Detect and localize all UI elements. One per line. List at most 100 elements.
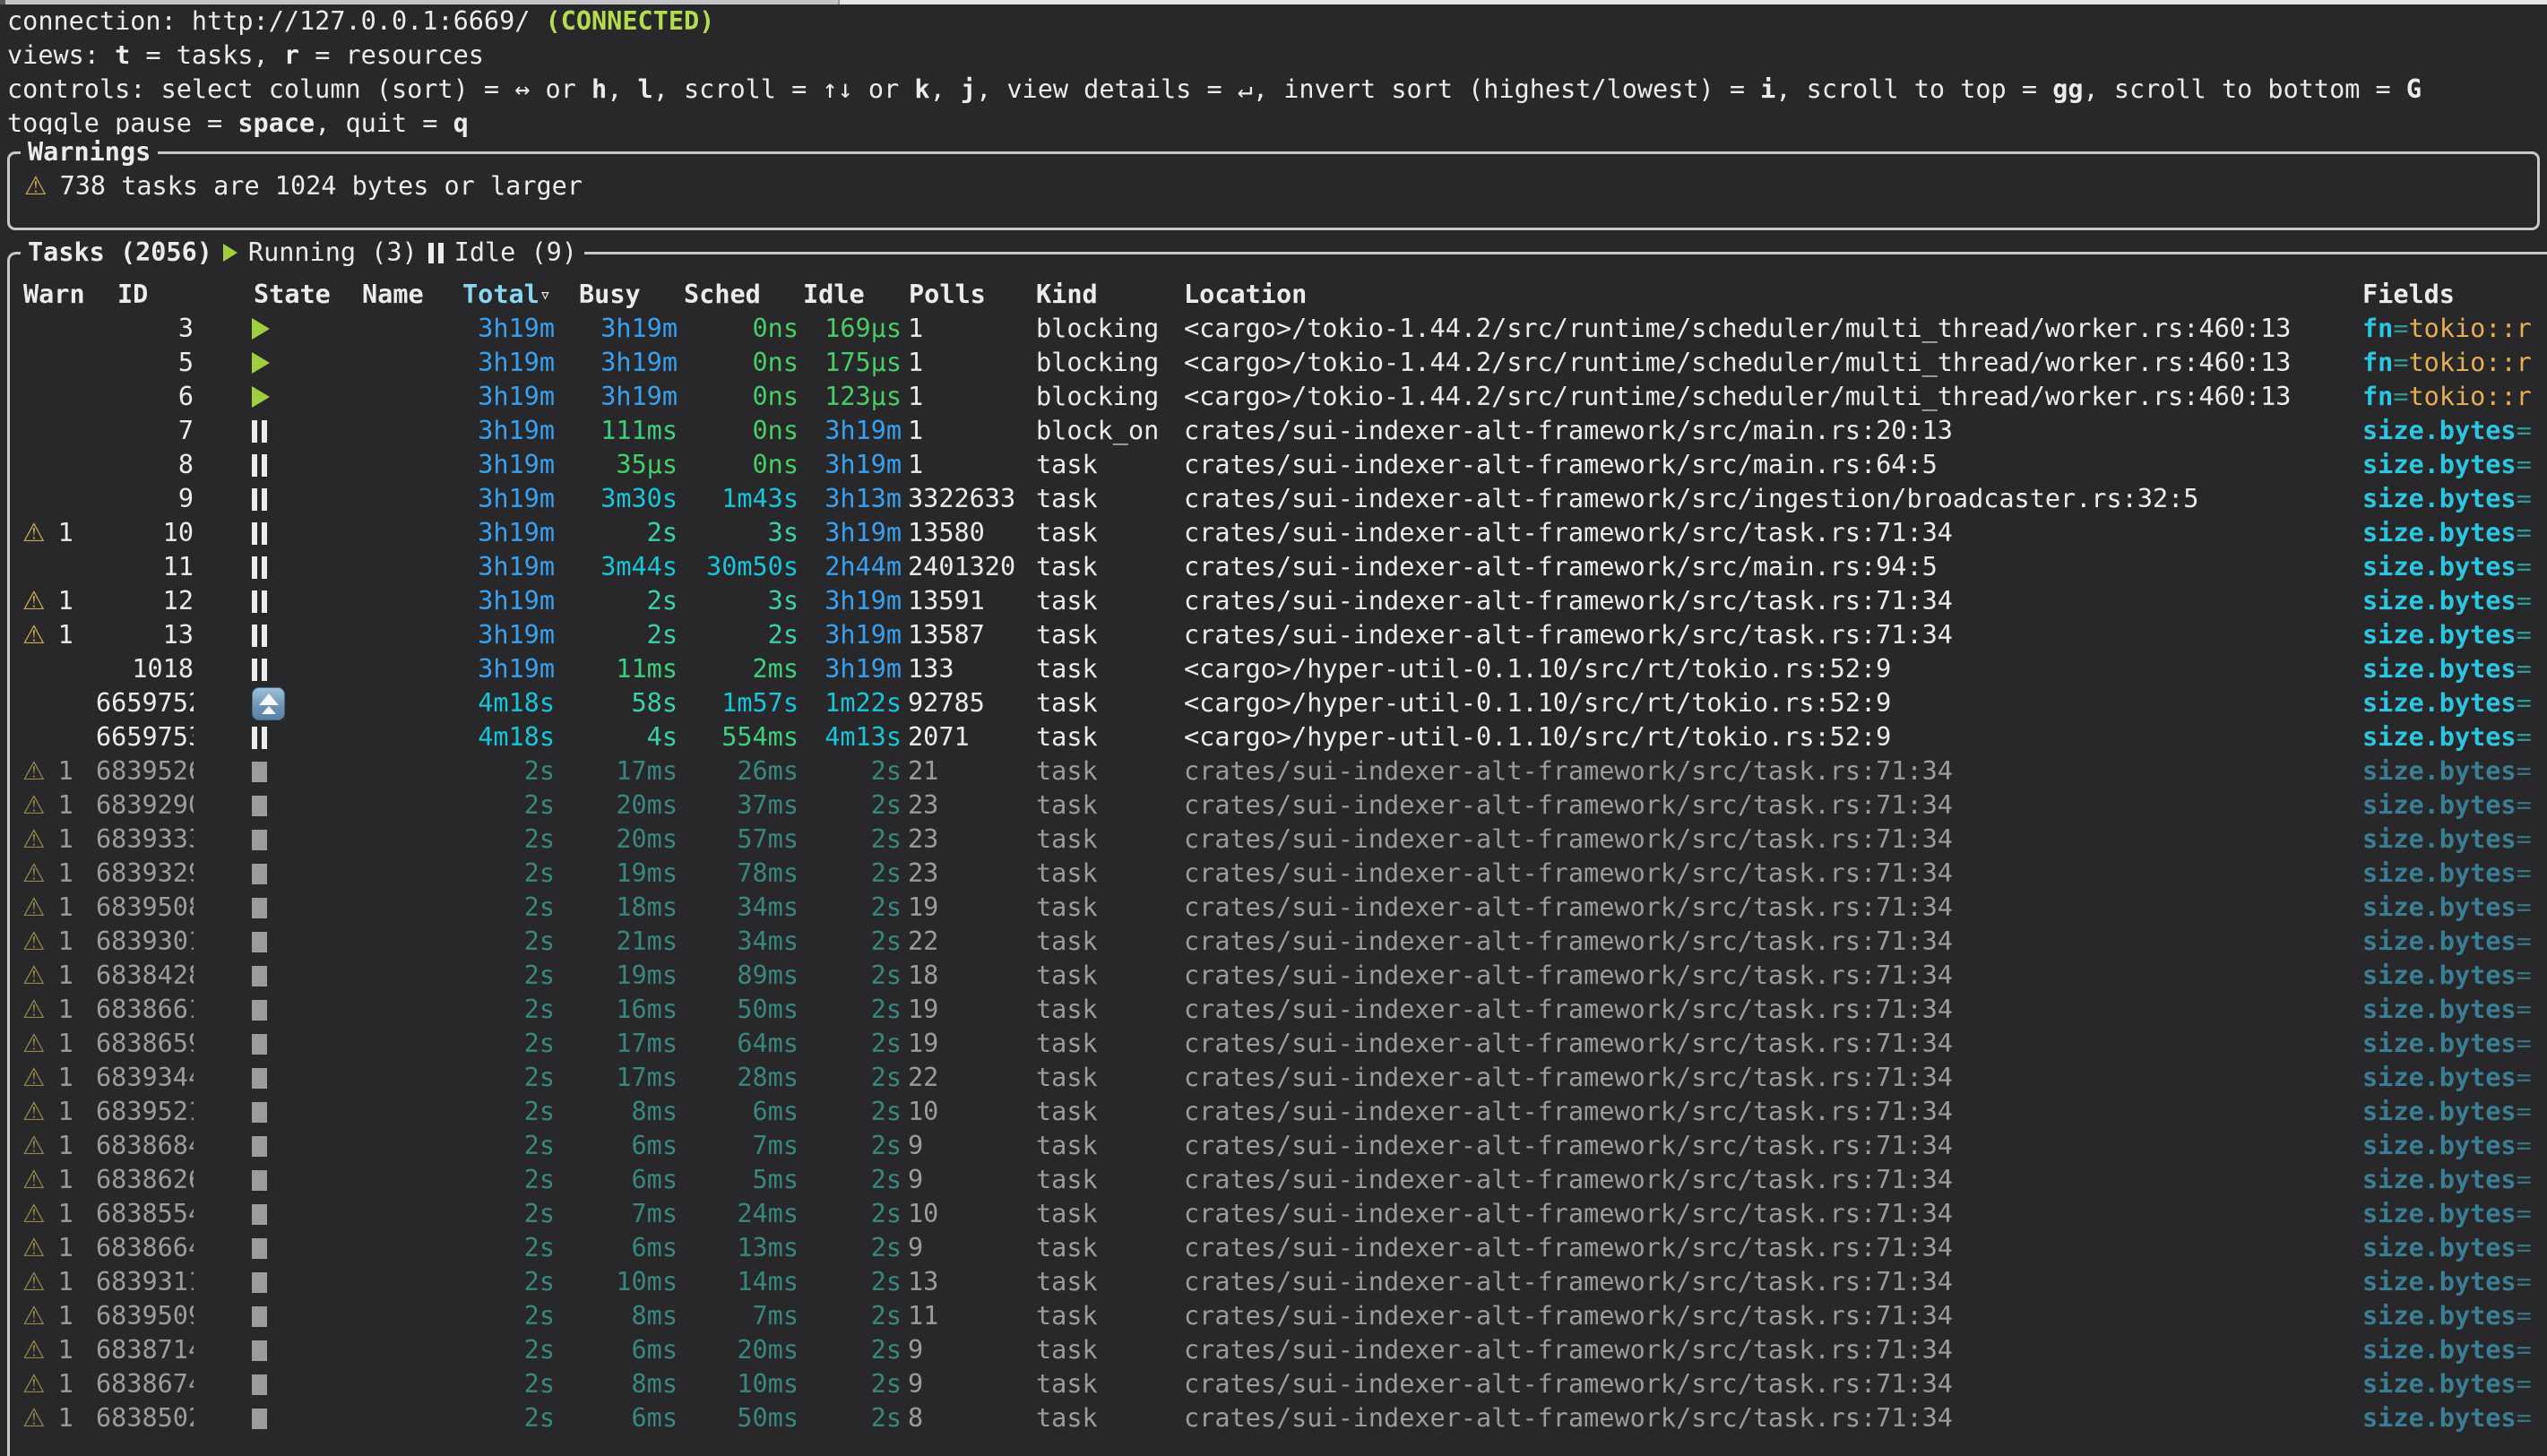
- duration-sched: 34ms: [737, 926, 799, 956]
- task-row[interactable]: ⚠︎168395212s8ms6ms2s10taskcrates/sui-ind…: [10, 1095, 2547, 1129]
- column-header-state[interactable]: State: [254, 278, 331, 312]
- views-line: views: t = tasks, r = resources: [7, 39, 2422, 73]
- field-equals: =: [2517, 484, 2532, 513]
- task-row[interactable]: 33h19m3h19m0ns169µs1blocking<cargo>/toki…: [10, 312, 2547, 346]
- cell-idle: 2s: [799, 1265, 902, 1299]
- task-row[interactable]: ⚠︎168386842s6ms7ms2s9taskcrates/sui-inde…: [10, 1129, 2547, 1163]
- task-row[interactable]: ⚠︎168395262s17ms26ms2s21taskcrates/sui-i…: [10, 754, 2547, 788]
- task-row[interactable]: ⚠︎168393112s10ms14ms2s13taskcrates/sui-i…: [10, 1265, 2547, 1299]
- duration-busy: 2s: [647, 586, 678, 616]
- column-header-total[interactable]: Total▿: [462, 278, 551, 313]
- cell-state: [194, 584, 306, 618]
- task-row[interactable]: ⚠︎168392902s20ms37ms2s23taskcrates/sui-i…: [10, 788, 2547, 823]
- task-row[interactable]: ⚠︎168384282s19ms89ms2s18taskcrates/sui-i…: [10, 959, 2547, 993]
- task-row[interactable]: ⚠︎168386612s16ms50ms2s19taskcrates/sui-i…: [10, 993, 2547, 1027]
- cell-idle: 175µs: [799, 346, 902, 380]
- warning-icon: ⚠︎: [22, 823, 46, 857]
- column-header-busy[interactable]: Busy: [579, 278, 641, 312]
- task-row[interactable]: 66597534m18s4s554ms4m13s2071task<cargo>/…: [10, 720, 2547, 754]
- cell-location: crates/sui-indexer-alt-framework/src/tas…: [1184, 1299, 2362, 1333]
- column-header-id[interactable]: ID: [117, 278, 148, 312]
- stopped-icon: [252, 1170, 267, 1191]
- running-icon: [223, 244, 237, 262]
- cell-warn: ⚠︎1: [10, 857, 96, 891]
- cell-busy: 6ms: [555, 1163, 678, 1197]
- task-row[interactable]: 10183h19m11ms2ms3h19m133task<cargo>/hype…: [10, 652, 2547, 686]
- task-row[interactable]: ⚠︎168393442s17ms28ms2s22taskcrates/sui-i…: [10, 1061, 2547, 1095]
- warnings-panel-title: Warnings: [21, 134, 158, 170]
- task-row[interactable]: ⚠︎168387142s6ms20ms2s9taskcrates/sui-ind…: [10, 1333, 2547, 1367]
- column-header-kind[interactable]: Kind: [1036, 278, 1098, 312]
- cell-kind: task: [1036, 1027, 1184, 1061]
- warn-count: 1: [58, 959, 73, 993]
- idle-icon: [252, 590, 267, 613]
- cell-id: 6838674: [96, 1367, 194, 1401]
- cell-id: 6838626: [96, 1163, 194, 1197]
- duration-idle: 175µs: [825, 348, 902, 377]
- cell-polls: 23: [902, 823, 1036, 857]
- cell-fields: size.bytes=: [2362, 788, 2547, 823]
- cell-name: [306, 482, 386, 516]
- task-row[interactable]: ⚠︎168386262s6ms5ms2s9taskcrates/sui-inde…: [10, 1163, 2547, 1197]
- task-row[interactable]: 83h19m35µs0ns3h19m1taskcrates/sui-indexe…: [10, 448, 2547, 482]
- tasks-panel-title: Tasks (2056) Running (3) Idle (9): [21, 235, 584, 271]
- field-equals: =: [2517, 1063, 2532, 1092]
- task-row[interactable]: ⚠︎168385542s7ms24ms2s10taskcrates/sui-in…: [10, 1197, 2547, 1231]
- task-row[interactable]: ⚠︎168393012s21ms34ms2s22taskcrates/sui-i…: [10, 925, 2547, 959]
- cell-state: [194, 652, 306, 686]
- text-segment: , scroll to top =: [1775, 74, 2052, 104]
- column-header-location[interactable]: Location: [1184, 278, 1307, 312]
- cell-idle: 2s: [799, 1129, 902, 1163]
- task-row[interactable]: ⚠︎168386642s6ms13ms2s9taskcrates/sui-ind…: [10, 1231, 2547, 1265]
- field-equals: =: [2517, 756, 2532, 786]
- cell-idle: 2s: [799, 823, 902, 857]
- cell-warn: ⚠︎1: [10, 584, 96, 618]
- task-row[interactable]: ⚠︎168386742s8ms10ms2s9taskcrates/sui-ind…: [10, 1367, 2547, 1401]
- cell-id: 7: [96, 414, 194, 448]
- cell-busy: 6ms: [555, 1129, 678, 1163]
- field-key: size.bytes: [2362, 790, 2517, 820]
- column-header-fields[interactable]: Fields: [2362, 278, 2455, 312]
- field-equals: =: [2393, 382, 2408, 411]
- field-key: size.bytes: [2362, 1029, 2517, 1058]
- task-row[interactable]: ⚠︎168393332s20ms57ms2s23taskcrates/sui-i…: [10, 823, 2547, 857]
- column-header-polls[interactable]: Polls: [909, 278, 986, 312]
- task-row[interactable]: ⚠︎168395092s8ms7ms2s11taskcrates/sui-ind…: [10, 1299, 2547, 1333]
- task-row[interactable]: 66597524m18s58s1m57s1m22s92785task<cargo…: [10, 686, 2547, 720]
- task-row[interactable]: 53h19m3h19m0ns175µs1blocking<cargo>/toki…: [10, 346, 2547, 380]
- task-row[interactable]: ⚠︎1103h19m2s3s3h19m13580taskcrates/sui-i…: [10, 516, 2547, 550]
- column-header-warn[interactable]: Warn: [23, 278, 85, 312]
- cell-polls: 19: [902, 891, 1036, 925]
- task-row[interactable]: 93h19m3m30s1m43s3h13m3322633taskcrates/s…: [10, 482, 2547, 516]
- task-row[interactable]: ⚠︎1133h19m2s2s3h19m13587taskcrates/sui-i…: [10, 618, 2547, 652]
- task-row[interactable]: 113h19m3m44s30m50s2h44m2401320taskcrates…: [10, 550, 2547, 584]
- cell-kind: task: [1036, 720, 1184, 754]
- task-row[interactable]: ⚠︎1123h19m2s3s3h19m13591taskcrates/sui-i…: [10, 584, 2547, 618]
- cell-kind: blocking: [1036, 346, 1184, 380]
- duration-sched: 7ms: [753, 1301, 799, 1331]
- duration-busy: 7ms: [632, 1199, 678, 1228]
- cell-idle: 2s: [799, 1367, 902, 1401]
- task-row[interactable]: ⚠︎168395082s18ms34ms2s19taskcrates/sui-i…: [10, 891, 2547, 925]
- task-row[interactable]: 63h19m3h19m0ns123µs1blocking<cargo>/toki…: [10, 380, 2547, 414]
- column-header-name[interactable]: Name: [362, 278, 424, 312]
- task-row[interactable]: 73h19m111ms0ns3h19m1block_oncrates/sui-i…: [10, 414, 2547, 448]
- duration-idle: 169µs: [825, 314, 902, 343]
- field-value: tokio::r: [2409, 348, 2532, 377]
- sort-indicator: ▿: [540, 284, 551, 306]
- task-row[interactable]: ⚠︎168393292s19ms78ms2s23taskcrates/sui-i…: [10, 857, 2547, 891]
- task-row[interactable]: ⚠︎168386592s17ms64ms2s19taskcrates/sui-i…: [10, 1027, 2547, 1061]
- duration-sched: 1m57s: [721, 688, 799, 718]
- cell-polls: 8: [902, 1401, 1036, 1435]
- task-row[interactable]: ⚠︎168385022s6ms50ms2s8taskcrates/sui-ind…: [10, 1401, 2547, 1435]
- duration-sched: 0ns: [753, 450, 799, 479]
- warn-count: 1: [58, 1197, 73, 1231]
- cell-polls: 19: [902, 1027, 1036, 1061]
- duration-sched: 26ms: [737, 756, 799, 786]
- duration-total: 2s: [524, 1335, 555, 1365]
- column-header-idle[interactable]: Idle: [803, 278, 865, 312]
- duration-total: 2s: [524, 790, 555, 820]
- field-equals: =: [2517, 1029, 2532, 1058]
- cell-total: 3h19m: [386, 380, 555, 414]
- column-header-sched[interactable]: Sched: [684, 278, 761, 312]
